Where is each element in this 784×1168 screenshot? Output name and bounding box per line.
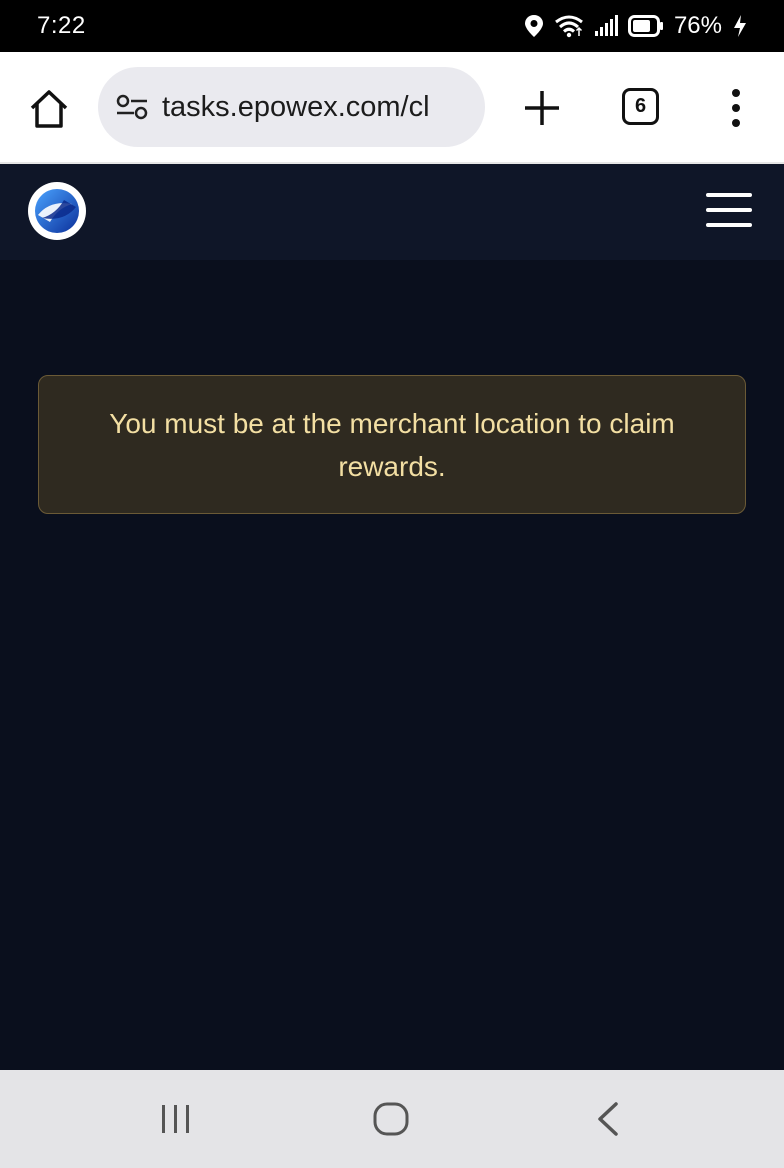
epowex-logo-icon[interactable] [28, 182, 86, 240]
plus-icon[interactable] [523, 89, 561, 127]
site-settings-icon[interactable] [116, 93, 148, 121]
wifi-icon [555, 15, 583, 38]
tab-count: 6 [634, 95, 647, 117]
home-circle-icon[interactable] [373, 1101, 409, 1137]
more-vertical-icon[interactable] [726, 88, 746, 128]
tabs-button[interactable]: 6 [622, 88, 659, 125]
alert-message: You must be at the merchant location to … [109, 407, 675, 482]
page-content: You must be at the merchant location to … [0, 260, 784, 1070]
charging-icon [734, 15, 746, 37]
battery-icon [627, 15, 663, 37]
system-nav-bar [0, 1070, 784, 1168]
hamburger-icon[interactable] [706, 192, 752, 228]
location-icon [524, 15, 543, 37]
browser-toolbar: tasks.epowex.com/cl 6 [0, 52, 784, 164]
url-text[interactable]: tasks.epowex.com/cl [162, 91, 462, 124]
address-bar[interactable]: tasks.epowex.com/cl [98, 67, 485, 147]
battery-percent: 76% [673, 12, 722, 39]
status-time: 7:22 [37, 12, 86, 39]
home-icon[interactable] [28, 88, 70, 130]
signal-icon [594, 15, 618, 36]
status-bar: 7:22 76% [0, 0, 784, 52]
status-icons: 76% [524, 12, 748, 40]
site-header [0, 164, 784, 260]
back-icon[interactable] [594, 1101, 622, 1137]
location-alert: You must be at the merchant location to … [38, 375, 746, 514]
recents-icon[interactable] [159, 1103, 193, 1135]
